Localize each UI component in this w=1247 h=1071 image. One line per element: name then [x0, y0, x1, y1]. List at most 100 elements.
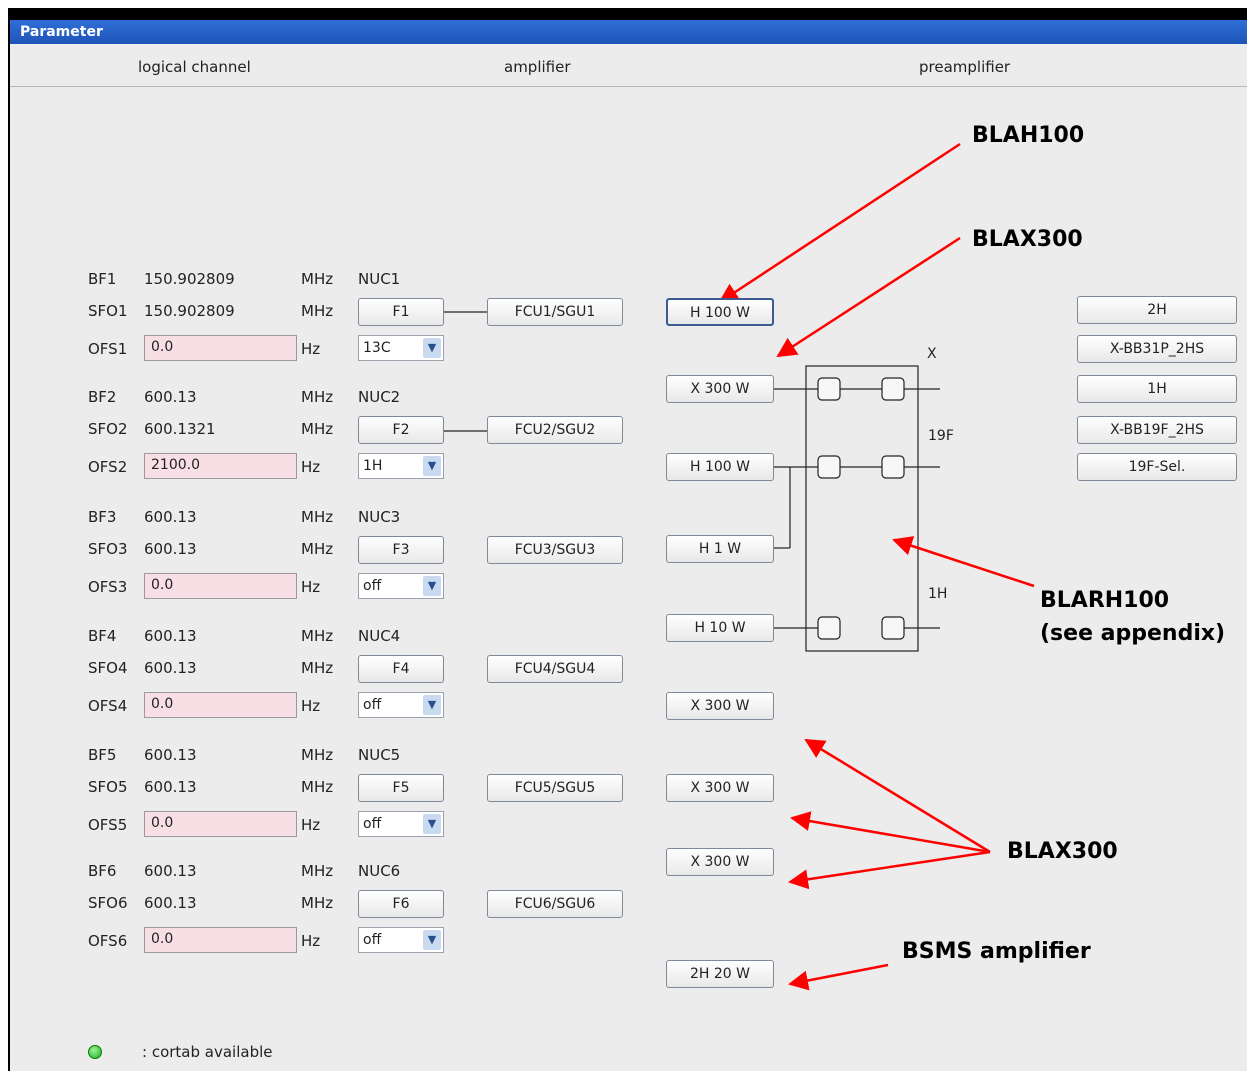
ofs-label: OFS2	[88, 458, 128, 476]
arrow-bsms	[788, 963, 889, 991]
bf-label: BF5	[88, 746, 117, 764]
sfo-label: SFO6	[88, 894, 128, 912]
preamp-x-label: X	[927, 346, 937, 362]
bf-unit: MHz	[301, 508, 334, 526]
amp-button[interactable]: X 300 W	[666, 848, 774, 876]
nucleus-select-value: off	[363, 697, 382, 713]
preamp-button[interactable]: 2H	[1077, 296, 1237, 324]
arrow-blax300-top	[776, 236, 961, 358]
ofs-label: OFS3	[88, 578, 128, 596]
frequency-channel-button[interactable]: F4	[358, 655, 444, 683]
ofs-label: OFS1	[88, 340, 128, 358]
sfo-label: SFO5	[88, 778, 128, 796]
amp-button[interactable]: H 100 W	[666, 453, 774, 481]
sfo-value: 150.902809	[144, 302, 235, 320]
ofs-label: OFS6	[88, 932, 128, 950]
bf-unit: MHz	[301, 862, 334, 880]
ofs-unit: Hz	[301, 340, 321, 358]
bf-value: 600.13	[144, 746, 197, 764]
connection-lines	[444, 311, 940, 652]
bf-label: BF2	[88, 388, 117, 406]
nucleus-select[interactable]: off ▼	[358, 692, 444, 718]
chevron-down-icon[interactable]: ▼	[423, 338, 441, 358]
blarh100-box	[805, 365, 919, 652]
switch-node	[817, 455, 841, 479]
fcu-sgu-button[interactable]: FCU2/SGU2	[487, 416, 623, 444]
bf-label: BF1	[88, 270, 117, 288]
nuc-label: NUC3	[358, 508, 401, 526]
switch-node	[817, 377, 841, 401]
sfo-unit: MHz	[301, 420, 334, 438]
sfo-label: SFO4	[88, 659, 128, 677]
nuc-label: NUC5	[358, 746, 401, 764]
chevron-down-icon[interactable]: ▼	[423, 814, 441, 834]
ofs-unit: Hz	[301, 458, 321, 476]
frequency-channel-button[interactable]: F1	[358, 298, 444, 326]
ofs-input[interactable]: 0.0	[144, 927, 297, 953]
ofs-label: OFS4	[88, 697, 128, 715]
bf-label: BF4	[88, 627, 117, 645]
chevron-down-icon[interactable]: ▼	[423, 456, 441, 476]
nucleus-select-value: off	[363, 816, 382, 832]
frequency-channel-button[interactable]: F6	[358, 890, 444, 918]
preamp-button[interactable]: X-BB19F_2HS	[1077, 416, 1237, 444]
ofs-input[interactable]: 0.0	[144, 811, 297, 837]
amp-button[interactable]: H 100 W	[666, 298, 774, 326]
bf-value: 600.13	[144, 862, 197, 880]
amp-button[interactable]: X 300 W	[666, 692, 774, 720]
frequency-channel-button[interactable]: F5	[358, 774, 444, 802]
fcu-sgu-button[interactable]: FCU4/SGU4	[487, 655, 623, 683]
ofs-unit: Hz	[301, 697, 321, 715]
amp-button[interactable]: X 300 W	[666, 375, 774, 403]
annotation-see-appendix: (see appendix)	[1040, 621, 1226, 646]
preamp-button[interactable]: X-BB31P_2HS	[1077, 335, 1237, 363]
nucleus-select[interactable]: off ▼	[358, 927, 444, 953]
cortab-led-icon	[88, 1045, 102, 1059]
fcu-sgu-button[interactable]: FCU3/SGU3	[487, 536, 623, 564]
amp-button[interactable]: H 1 W	[666, 535, 774, 563]
sfo-value: 600.13	[144, 659, 197, 677]
nuc-label: NUC2	[358, 388, 401, 406]
nucleus-select[interactable]: 13C ▼	[358, 335, 444, 361]
switch-node	[881, 377, 905, 401]
arrow-blarh100	[892, 536, 1035, 588]
frequency-channel-button[interactable]: F2	[358, 416, 444, 444]
ofs-unit: Hz	[301, 816, 321, 834]
ofs-input[interactable]: 2100.0	[144, 453, 297, 479]
fcu-sgu-button[interactable]: FCU6/SGU6	[487, 890, 623, 918]
chevron-down-icon[interactable]: ▼	[423, 930, 441, 950]
ofs-input[interactable]: 0.0	[144, 335, 297, 361]
nucleus-select[interactable]: off ▼	[358, 811, 444, 837]
preamp-button[interactable]: 1H	[1077, 375, 1237, 403]
fcu-sgu-button[interactable]: FCU1/SGU1	[487, 298, 623, 326]
ofs-input[interactable]: 0.0	[144, 573, 297, 599]
arrow-blax300-3	[788, 850, 991, 890]
switch-nodes	[817, 377, 905, 640]
amp-button[interactable]: X 300 W	[666, 774, 774, 802]
nuc-label: NUC1	[358, 270, 401, 288]
bf-value: 600.13	[144, 388, 197, 406]
frequency-channel-button[interactable]: F3	[358, 536, 444, 564]
nucleus-select-value: off	[363, 932, 382, 948]
ofs-input[interactable]: 0.0	[144, 692, 297, 718]
nucleus-select[interactable]: 1H ▼	[358, 453, 444, 479]
nucleus-select[interactable]: off ▼	[358, 573, 444, 599]
preamp-1h-label: 1H	[928, 586, 948, 602]
amp-button[interactable]: H 10 W	[666, 614, 774, 642]
bf-unit: MHz	[301, 627, 334, 645]
arrow-blah100	[718, 142, 961, 304]
sfo-label: SFO2	[88, 420, 128, 438]
sfo-value: 600.1321	[144, 420, 216, 438]
amp-button[interactable]: 2H 20 W	[666, 960, 774, 988]
chevron-down-icon[interactable]: ▼	[423, 576, 441, 596]
annotation-blah100: BLAH100	[972, 123, 1085, 148]
sfo-unit: MHz	[301, 302, 334, 320]
fcu-sgu-button[interactable]: FCU5/SGU5	[487, 774, 623, 802]
chevron-down-icon[interactable]: ▼	[423, 695, 441, 715]
annotation-blarh100: BLARH100	[1040, 588, 1170, 613]
preamp-19f-label: 19F	[928, 428, 954, 444]
sfo-label: SFO1	[88, 302, 128, 320]
preamp-button[interactable]: 19F-Sel.	[1077, 453, 1237, 481]
sfo-label: SFO3	[88, 540, 128, 558]
ofs-unit: Hz	[301, 578, 321, 596]
